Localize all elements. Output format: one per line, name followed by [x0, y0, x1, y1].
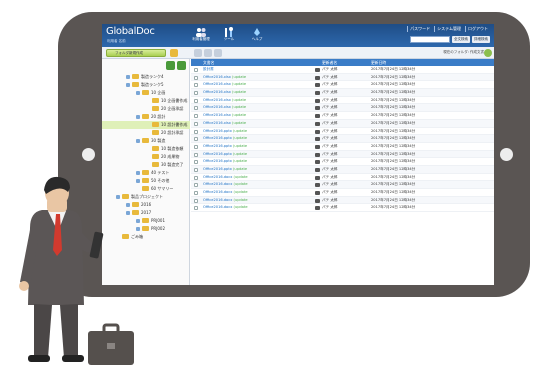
- businessman-illustration: [19, 176, 134, 365]
- briefcase: [88, 323, 134, 365]
